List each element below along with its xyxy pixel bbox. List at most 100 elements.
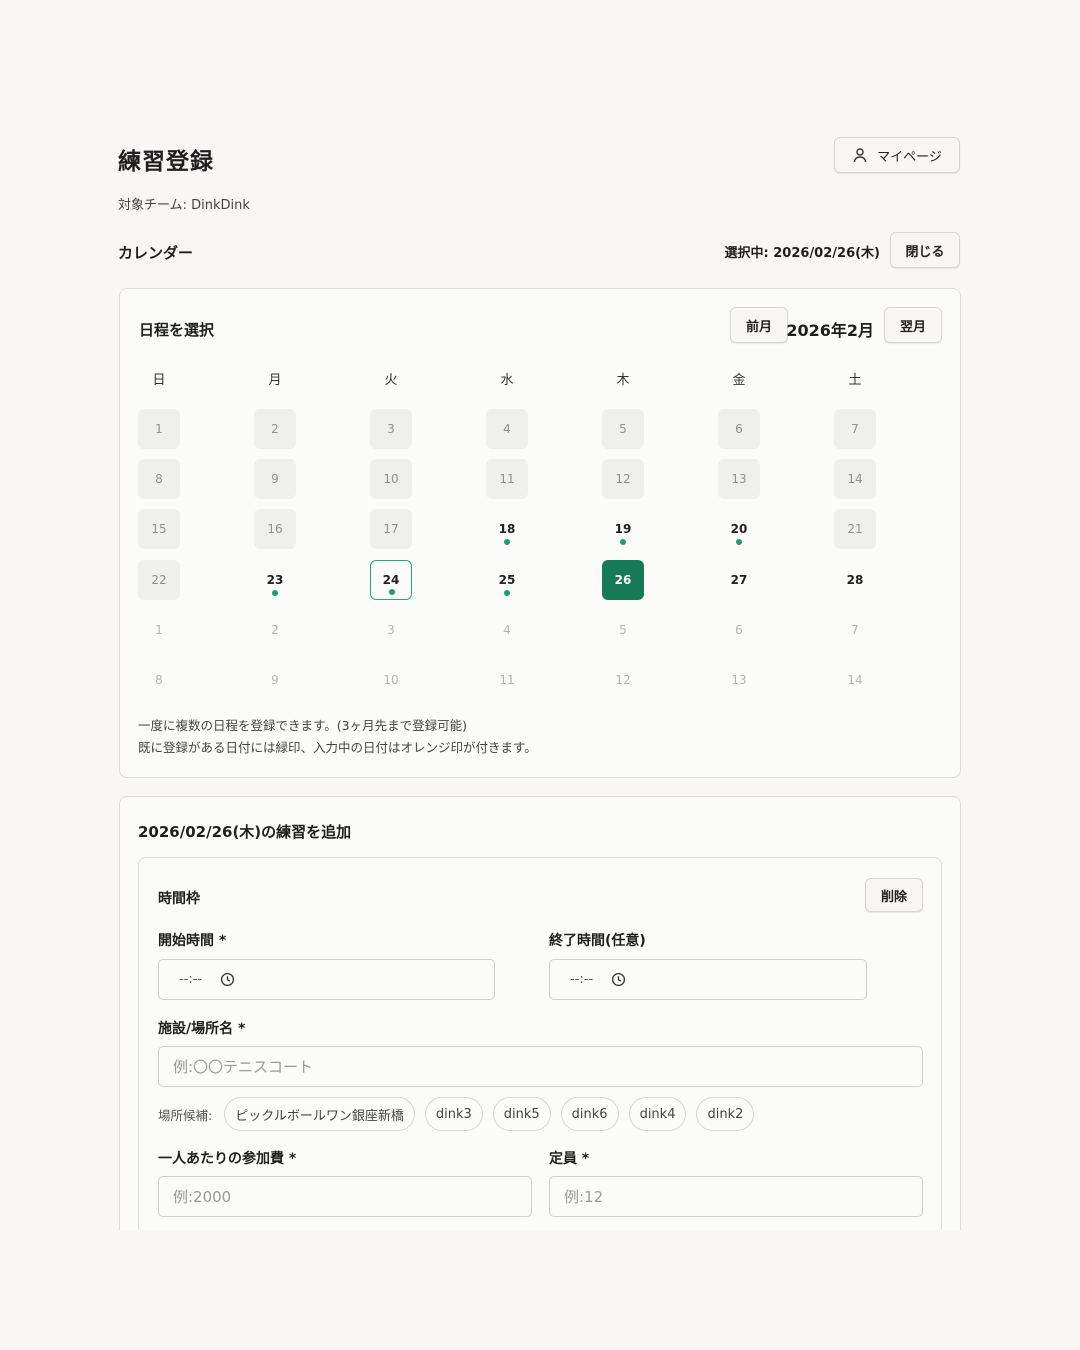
- calendar-day[interactable]: 22: [138, 559, 180, 600]
- start-time-label: 開始時間 *: [158, 933, 227, 949]
- calendar-title: 日程を選択: [139, 321, 215, 339]
- calendar-day[interactable]: 12: [602, 459, 644, 500]
- registered-dot-icon: [504, 539, 510, 546]
- calendar-day: 1: [138, 610, 180, 650]
- fee-label: 一人あたりの参加費 *: [158, 1151, 297, 1167]
- calendar-day[interactable]: 3: [370, 409, 412, 449]
- candidates-label: 場所候補:: [158, 1107, 213, 1123]
- venue-candidate-chip[interactable]: dink5: [492, 1097, 551, 1131]
- calendar-day[interactable]: 16: [254, 509, 296, 550]
- calendar-day[interactable]: 23: [254, 560, 296, 600]
- venue-candidate-chip[interactable]: dink2: [696, 1097, 755, 1131]
- calendar-day-label: 5: [619, 622, 627, 637]
- calendar-day-label: 13: [731, 472, 747, 487]
- calendar-day[interactable]: 21: [834, 509, 876, 550]
- calendar-day: 6: [718, 610, 760, 650]
- calendar-day[interactable]: 6: [718, 409, 760, 449]
- fee-input[interactable]: 例:2000: [158, 1176, 532, 1217]
- mypage-button[interactable]: マイページ: [834, 137, 960, 173]
- clock-icon: [221, 972, 235, 987]
- calendar-day-label: 6: [735, 422, 743, 436]
- venue-candidate-chip[interactable]: dink4: [628, 1097, 687, 1131]
- registered-dot-icon: [504, 589, 510, 596]
- calendar-day[interactable]: 9: [254, 459, 296, 500]
- selected-date-info: 選択中: 2026/02/26(木): [724, 246, 880, 261]
- calendar-day[interactable]: 8: [138, 459, 180, 500]
- calendar-day[interactable]: 28: [834, 560, 876, 600]
- practice-registration-page: 練習登録 マイページ 対象チーム: DinkDink カレンダー 選択中: 20…: [100, 120, 980, 1230]
- calendar-day[interactable]: 25: [486, 560, 528, 600]
- next-month-button[interactable]: 翌月: [884, 307, 942, 343]
- end-time-value: --:--: [570, 972, 594, 987]
- calendar-note: 一度に複数の日程を登録できます。(3ヶ月先まで登録可能) 既に登録がある日付には…: [138, 715, 537, 759]
- delete-slot-button[interactable]: 削除: [865, 878, 923, 912]
- calendar-day-label: 6: [735, 622, 743, 637]
- registered-dot-icon: [736, 539, 742, 546]
- venue-input[interactable]: 例:〇〇テニスコート: [158, 1046, 923, 1087]
- calendar-day[interactable]: 7: [834, 409, 876, 449]
- calendar-day: 13: [718, 660, 760, 700]
- venue-candidate-chip[interactable]: dink6: [560, 1097, 619, 1131]
- calendar-day[interactable]: 18: [486, 509, 528, 549]
- weekday-fri: 金: [732, 373, 746, 388]
- calendar-day-label: 25: [498, 572, 516, 587]
- calendar-day: 10: [370, 660, 412, 700]
- calendar-day: 9: [254, 660, 296, 700]
- calendar-day[interactable]: 20: [718, 509, 760, 549]
- calendar-day-label: 21: [847, 522, 863, 537]
- calendar-day: 5: [602, 610, 644, 650]
- calendar-day-label: 5: [619, 422, 627, 436]
- calendar-day-label: 26: [614, 572, 632, 587]
- calendar-day-label: 7: [851, 422, 859, 436]
- calendar-day-label: 13: [731, 672, 747, 687]
- capacity-placeholder: 例:12: [564, 1188, 604, 1206]
- calendar-day-label: 10: [383, 472, 399, 487]
- calendar-day-selected[interactable]: 26: [602, 559, 644, 600]
- calendar-day-label: 1: [155, 622, 163, 637]
- start-time-input[interactable]: --:--: [158, 959, 495, 1000]
- weekday-sun: 日: [152, 373, 166, 388]
- calendar-day[interactable]: 5: [602, 409, 644, 449]
- weekday-thu: 木: [616, 373, 630, 388]
- add-practice-title: 2026/02/26(木)の練習を追加: [138, 823, 352, 841]
- fee-placeholder: 例:2000: [173, 1188, 232, 1206]
- month-label: 2026年2月: [786, 321, 874, 340]
- calendar-day-label: 22: [151, 572, 167, 587]
- prev-month-button[interactable]: 前月: [730, 307, 788, 343]
- calendar-day-label: 15: [151, 522, 167, 537]
- registered-dot-icon: [620, 539, 626, 546]
- calendar-day-label: 9: [271, 472, 279, 487]
- time-slot-title: 時間枠: [158, 891, 200, 907]
- calendar-day-label: 2: [271, 422, 279, 436]
- registered-dot-icon: [272, 589, 278, 596]
- clock-icon: [612, 972, 626, 987]
- calendar-heading: カレンダー: [118, 244, 194, 262]
- calendar-day[interactable]: 17: [370, 509, 412, 550]
- calendar-day-label: 14: [847, 472, 863, 487]
- calendar-day-label: 20: [730, 522, 748, 537]
- end-time-input[interactable]: --:--: [549, 959, 867, 1000]
- calendar-day[interactable]: 1: [138, 409, 180, 449]
- calendar-day[interactable]: 4: [486, 409, 528, 449]
- venue-candidate-chip[interactable]: ピックルボールワン銀座新橋: [224, 1097, 415, 1131]
- calendar-day[interactable]: 2: [254, 409, 296, 449]
- calendar-day-label: 14: [847, 672, 863, 687]
- calendar-day[interactable]: 27: [718, 560, 760, 600]
- calendar-day-label: 18: [498, 522, 516, 537]
- calendar-day-label: 8: [155, 672, 163, 687]
- close-button[interactable]: 閉じる: [890, 232, 960, 268]
- calendar-day-label: 4: [503, 622, 511, 637]
- calendar-day[interactable]: 10: [370, 459, 412, 500]
- calendar-day[interactable]: 13: [718, 459, 760, 500]
- end-time-label: 終了時間(任意): [549, 933, 646, 949]
- calendar-day[interactable]: 15: [138, 509, 180, 550]
- calendar-day-label: 1: [155, 422, 163, 436]
- venue-candidate-chip[interactable]: dink3: [424, 1097, 483, 1131]
- calendar-day: 8: [138, 660, 180, 700]
- calendar-day[interactable]: 19: [602, 509, 644, 549]
- calendar-day[interactable]: 14: [834, 459, 876, 500]
- calendar-day[interactable]: 11: [486, 459, 528, 500]
- capacity-input[interactable]: 例:12: [549, 1176, 923, 1217]
- weekday-sat: 土: [848, 373, 862, 388]
- calendar-day[interactable]: 24: [370, 559, 412, 600]
